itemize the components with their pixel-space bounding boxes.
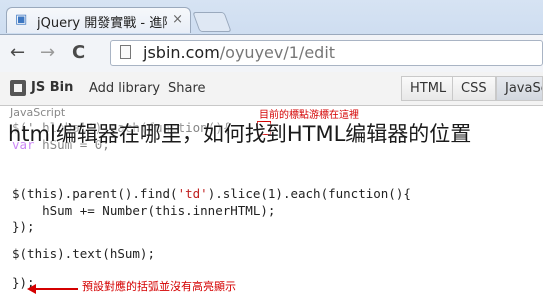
jsbin-header: JS Bin Add library Share HTML CSS JavaSc: [0, 72, 543, 106]
code-line-3-a: $(this).parent().find(: [12, 186, 178, 201]
url-host: jsbin.com: [143, 43, 220, 62]
forward-icon[interactable]: →: [40, 43, 55, 63]
new-tab-button[interactable]: [192, 12, 232, 32]
reload-icon[interactable]: C: [72, 43, 85, 63]
browser-toolbar: ← → C jsbin.com/oyuyev/1/edit: [0, 34, 543, 74]
code-line-5: });: [12, 219, 35, 234]
jsbin-brand[interactable]: JS Bin: [31, 80, 73, 95]
code-line-3: $(this).parent().find('td').slice(1).eac…: [12, 186, 411, 201]
tab-title: jQuery 開發實戰 - 進階繞: [37, 16, 167, 31]
pane-label: JavaScript: [10, 106, 66, 119]
share-menu[interactable]: Share: [168, 81, 206, 96]
cursor-annotation: 目前的標點游標在這裡: [259, 110, 359, 121]
url-path: /oyuyev/1/edit: [219, 43, 336, 62]
overlay-caption: html编辑器在哪里，如何找到HTML编辑器的位置: [8, 122, 472, 146]
code-string: 'td': [177, 186, 208, 201]
add-library-menu[interactable]: Add library: [89, 81, 160, 96]
jquery-favicon-icon: ▣: [15, 12, 28, 27]
url-text[interactable]: jsbin.com/oyuyev/1/edit: [143, 43, 335, 62]
code-line-6: $(this).text(hSum);: [12, 246, 155, 261]
annotation-arrow-line: [34, 288, 78, 290]
code-line-4: hSum += Number(this.innerHTML);: [12, 203, 276, 218]
browser-tab[interactable]: ▣ jQuery 開發實戰 - 進階繞 ×: [6, 7, 191, 33]
panel-html-button[interactable]: HTML: [401, 76, 456, 101]
panel-css-button[interactable]: CSS: [452, 76, 496, 101]
page-icon: [120, 45, 131, 59]
annotation-arrow-icon: [27, 284, 36, 294]
address-bar[interactable]: jsbin.com/oyuyev/1/edit: [110, 40, 543, 66]
jsbin-logo-icon[interactable]: [10, 80, 26, 96]
browser-chrome: ▣ jQuery 開發實戰 - 進階繞 × ← → C jsbin.com/oy…: [0, 0, 543, 74]
bracket-annotation: 預設對應的括弧並沒有高亮顯示: [82, 280, 236, 293]
back-icon[interactable]: ←: [10, 43, 25, 63]
tab-close-icon[interactable]: ×: [172, 12, 183, 27]
panel-javascript-button[interactable]: JavaSc: [496, 76, 543, 101]
code-line-3-b: ).slice(1).each(function(){: [207, 186, 411, 201]
